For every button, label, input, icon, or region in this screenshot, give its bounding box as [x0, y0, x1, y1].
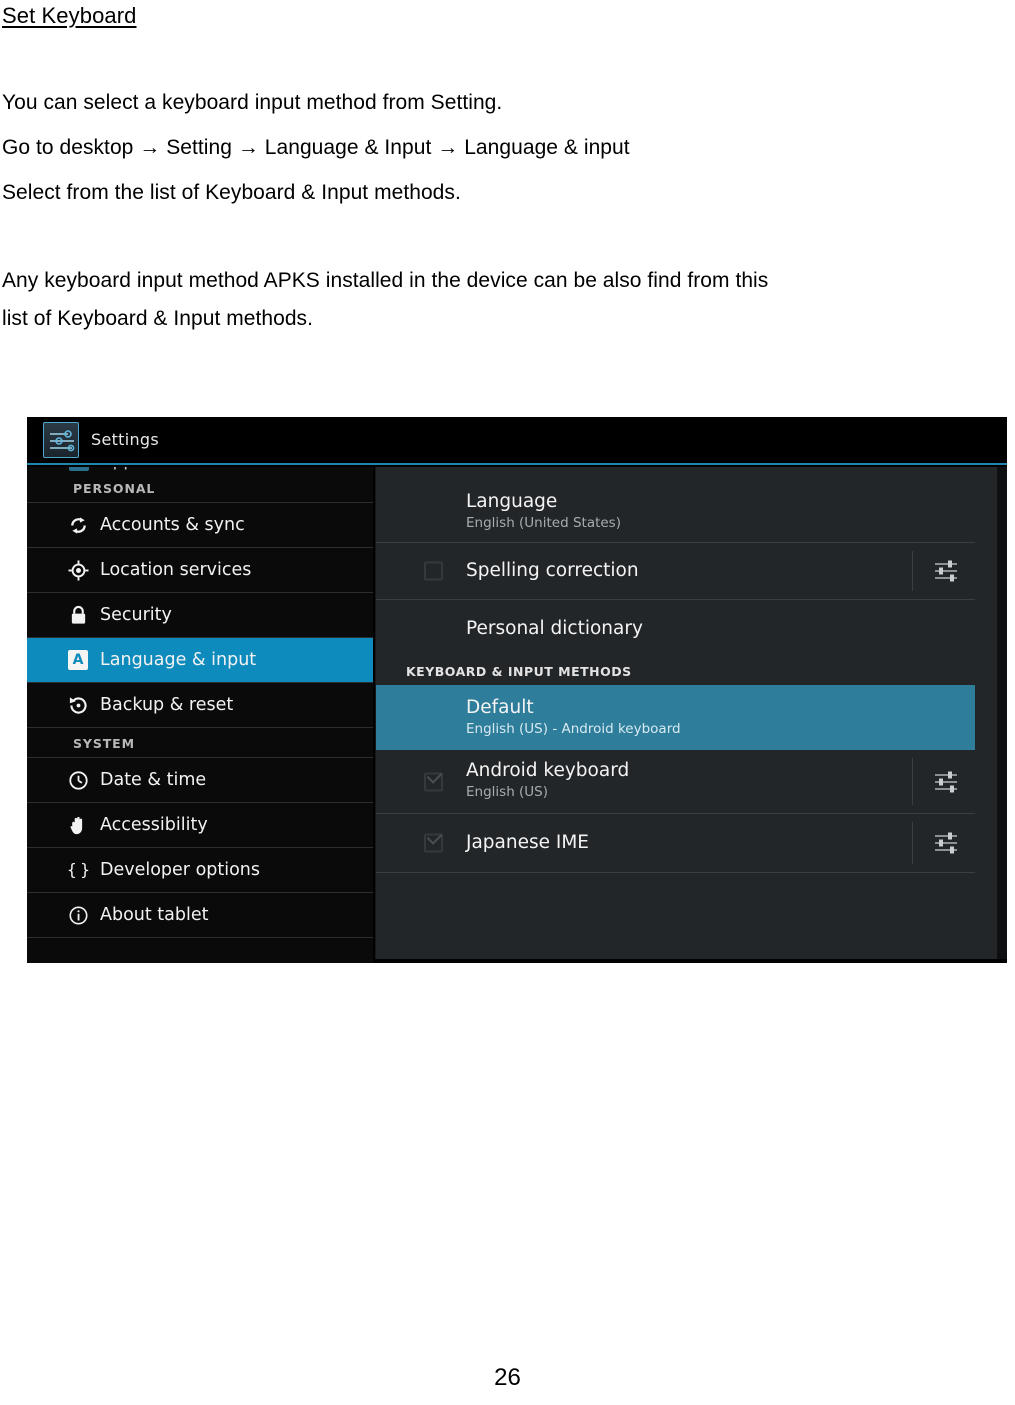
sidebar-item-label: Accessibility	[100, 815, 208, 835]
lock-icon	[67, 604, 89, 626]
settings-sidebar[interactable]: Apps PERSONAL Accounts & sync	[27, 467, 373, 963]
apps-icon	[69, 467, 89, 471]
row-title: Language	[466, 491, 558, 512]
sidebar-item-label: Apps	[101, 467, 143, 471]
sidebar-item-label: Security	[100, 605, 172, 625]
android-settings-screenshot: Settings Apps PERSONAL Accounts & sync	[27, 417, 1007, 963]
row-subtitle: English (US) - Android keyboard	[466, 721, 681, 737]
page-title: Set Keyboard	[2, 3, 137, 28]
row-personal-dictionary[interactable]: Personal dictionary	[376, 600, 975, 654]
settings-sliders-icon[interactable]	[931, 556, 961, 586]
japanese-ime-checkbox[interactable]	[424, 829, 443, 853]
check-icon	[426, 829, 443, 845]
divider-line	[912, 822, 913, 864]
hand-icon	[67, 814, 89, 836]
sidebar-item-backup-reset[interactable]: Backup & reset	[27, 683, 373, 728]
language-input-list: Language English (United States) Spellin…	[376, 467, 997, 959]
sidebar-item-security[interactable]: Security	[27, 593, 373, 638]
sidebar-item-accessibility[interactable]: Accessibility	[27, 803, 373, 848]
sidebar-item-label: Backup & reset	[100, 695, 234, 715]
settings-sliders-icon[interactable]	[931, 828, 961, 858]
sidebar-item-label: About tablet	[100, 905, 209, 925]
row-spelling-correction[interactable]: Spelling correction	[376, 543, 975, 600]
sidebar-item-location-services[interactable]: Location services	[27, 548, 373, 593]
row-title: Personal dictionary	[466, 618, 643, 639]
sidebar-section-personal: PERSONAL	[27, 473, 373, 503]
row-subtitle: English (United States)	[466, 515, 621, 531]
row-title: Japanese IME	[466, 832, 589, 853]
sidebar-item-label: Date & time	[100, 770, 207, 790]
row-android-keyboard[interactable]: Android keyboard English (US)	[376, 750, 975, 814]
action-bar: Settings	[27, 417, 1007, 465]
row-subtitle: English (US)	[466, 784, 549, 800]
body-paragraph-3: Select from the list of Keyboard & Input…	[2, 181, 461, 204]
sidebar-item-about-tablet[interactable]: About tablet	[27, 893, 373, 938]
language-input-pane: Language English (United States) Spellin…	[375, 467, 997, 959]
location-target-icon	[67, 559, 89, 581]
row-language[interactable]: Language English (United States)	[376, 481, 975, 543]
spelling-correction-checkbox[interactable]	[424, 561, 443, 581]
body-paragraph-2: Go to desktop → Setting → Language & Inp…	[2, 136, 630, 159]
top-spacer	[376, 467, 975, 481]
page-number: 26	[494, 1364, 521, 1391]
row-default-keyboard[interactable]: Default English (US) - Android keyboard	[376, 685, 975, 750]
sync-icon	[67, 514, 89, 536]
row-title: Android keyboard	[466, 760, 630, 781]
sidebar-item-date-time[interactable]: Date & time	[27, 758, 373, 803]
restore-icon	[67, 694, 89, 716]
row-japanese-ime[interactable]: Japanese IME	[376, 814, 975, 873]
body-paragraph-4: Any keyboard input method APKS installed…	[2, 269, 769, 292]
sidebar-item-language-input[interactable]: A Language & input	[27, 638, 373, 683]
sidebar-item-label: Language & input	[100, 650, 257, 670]
row-title: Default	[466, 697, 534, 718]
letter-a-icon: A	[67, 649, 89, 671]
sidebar-item-label: Developer options	[100, 860, 261, 880]
check-icon	[426, 767, 443, 784]
pane-right-edge	[997, 467, 1007, 959]
sidebar-item-label: Accounts & sync	[100, 515, 245, 535]
sidebar-item-developer-options[interactable]: { } Developer options	[27, 848, 373, 893]
body-paragraph-1: You can select a keyboard input method f…	[2, 91, 503, 114]
action-bar-title: Settings	[91, 430, 160, 449]
sidebar-item-label: Location services	[100, 560, 252, 580]
braces-icon: { }	[66, 860, 90, 879]
sidebar-list: PERSONAL Accounts & sync Location servic…	[27, 473, 373, 938]
sidebar-item-accounts-sync[interactable]: Accounts & sync	[27, 503, 373, 548]
section-keyboard-input-methods: KEYBOARD & INPUT METHODS	[406, 664, 632, 679]
divider-line	[912, 758, 913, 805]
android-keyboard-checkbox[interactable]	[424, 767, 443, 791]
settings-sliders-icon[interactable]	[931, 767, 961, 797]
info-icon	[67, 904, 89, 926]
settings-sliders-icon	[43, 422, 79, 458]
clock-icon	[67, 769, 89, 791]
body-paragraph-5: list of Keyboard & Input methods.	[2, 307, 313, 330]
sidebar-section-system: SYSTEM	[27, 728, 373, 758]
row-title: Spelling correction	[466, 560, 639, 581]
divider-line	[912, 551, 913, 591]
